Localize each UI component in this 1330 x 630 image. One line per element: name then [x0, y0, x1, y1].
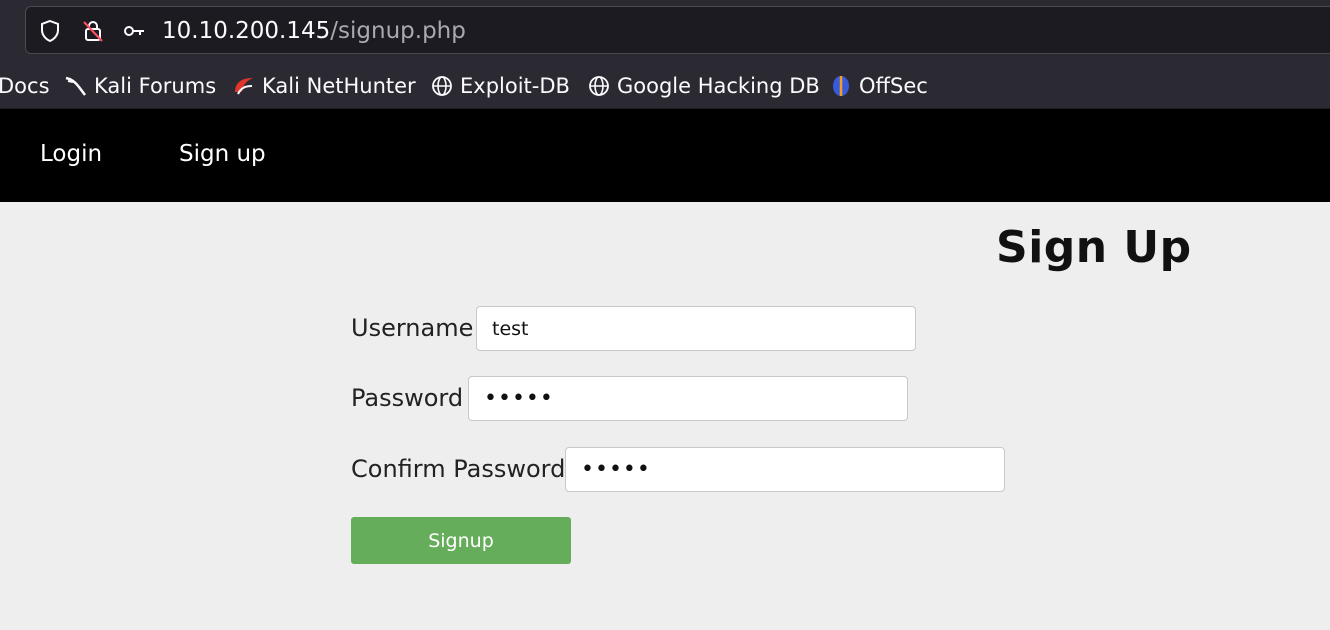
key-icon[interactable] [122, 19, 146, 43]
bookmark-label: Exploit-DB [460, 74, 570, 98]
browser-toolbar: 10.10.200.145/signup.php [0, 0, 1330, 62]
shield-icon[interactable] [38, 19, 62, 43]
site-navbar: Login Sign up [0, 109, 1330, 202]
bookmark-label: Docs [0, 74, 50, 98]
bookmark-label: Kali NetHunter [262, 74, 416, 98]
url-host: 10.10.200.145 [162, 18, 331, 44]
url-path: /signup.php [330, 18, 466, 44]
offsec-icon [829, 74, 853, 98]
page-title: Sign Up [996, 222, 1192, 273]
nav-login-link[interactable]: Login [40, 141, 102, 167]
bookmark-offsec[interactable]: OffSec [829, 72, 928, 100]
nav-signup-link[interactable]: Sign up [179, 141, 266, 167]
bookmark-label: OffSec [859, 74, 928, 98]
bookmark-label: Google Hacking DB [617, 74, 820, 98]
insecure-lock-icon[interactable] [81, 19, 105, 43]
nethunter-icon [232, 74, 256, 98]
signup-button[interactable]: Signup [351, 517, 571, 564]
bookmark-exploit-db[interactable]: Exploit-DB [430, 72, 570, 100]
bookmarks-toolbar: Docs Kali Forums Kali NetHunter Exploit-… [0, 62, 1330, 109]
globe-icon [430, 74, 454, 98]
password-label: Password [351, 384, 464, 412]
kali-dragon-icon [64, 74, 88, 98]
confirm-password-label: Confirm Password [351, 455, 566, 483]
bookmark-label: Kali Forums [94, 74, 217, 98]
url-text[interactable]: 10.10.200.145/signup.php [162, 17, 466, 45]
globe-icon [587, 74, 611, 98]
username-input[interactable] [476, 306, 916, 351]
bookmark-kali-nethunter[interactable]: Kali NetHunter [232, 72, 416, 100]
address-bar[interactable]: 10.10.200.145/signup.php [25, 6, 1330, 54]
bookmark-docs[interactable]: Docs [0, 72, 50, 100]
bookmark-google-hacking-db[interactable]: Google Hacking DB [587, 72, 820, 100]
confirm-password-input[interactable] [565, 447, 1005, 492]
bookmark-kali-forums[interactable]: Kali Forums [64, 72, 216, 100]
username-label: Username [351, 314, 474, 342]
password-input[interactable] [468, 376, 908, 421]
